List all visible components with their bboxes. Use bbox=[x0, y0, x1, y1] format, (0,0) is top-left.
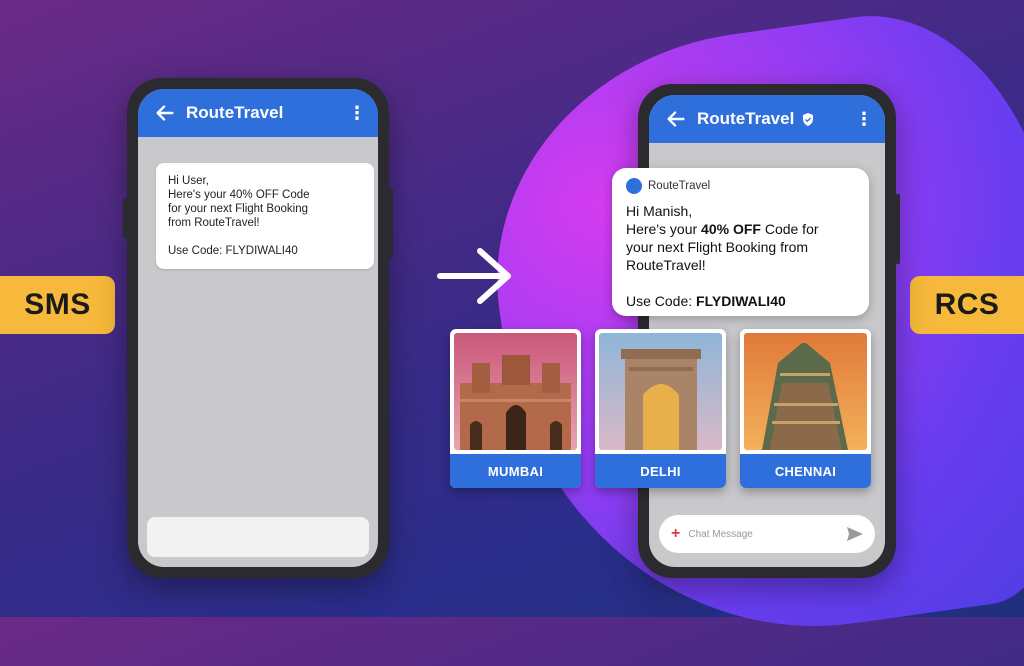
mumbai-image bbox=[454, 333, 577, 450]
rcs-code-line: Use Code: FLYDIWALI40 bbox=[626, 293, 786, 309]
sms-line: Here's your 40% OFF Code bbox=[168, 189, 310, 201]
rcs-app-bar: RouteTravel ⋮ bbox=[649, 95, 885, 143]
brand-logo-icon bbox=[626, 178, 642, 194]
rcs-line-2: your next Flight Booking from bbox=[626, 239, 809, 255]
back-arrow-icon[interactable] bbox=[154, 102, 176, 124]
rcs-line-3: RouteTravel! bbox=[626, 257, 706, 273]
sms-badge: SMS bbox=[0, 276, 115, 334]
delhi-image bbox=[599, 333, 722, 450]
sms-app-title: RouteTravel bbox=[186, 103, 284, 122]
more-menu-icon[interactable]: ⋮ bbox=[348, 104, 366, 122]
card-label: CHENNAI bbox=[740, 454, 871, 488]
card-label: DELHI bbox=[595, 454, 726, 488]
send-icon[interactable] bbox=[847, 527, 863, 541]
rcs-sender-row: RouteTravel bbox=[626, 178, 855, 194]
chat-message-input[interactable]: + Chat Message bbox=[659, 515, 875, 553]
rcs-greeting: Hi Manish, bbox=[626, 203, 693, 219]
more-menu-icon[interactable]: ⋮ bbox=[855, 110, 873, 128]
add-attachment-icon[interactable]: + bbox=[671, 525, 680, 543]
destination-card-chennai[interactable]: CHENNAI bbox=[740, 329, 871, 488]
rcs-message-bubble: RouteTravel Hi Manish, Here's your 40% O… bbox=[612, 168, 869, 316]
back-arrow-icon[interactable] bbox=[665, 108, 687, 130]
right-arrow-icon bbox=[437, 248, 511, 304]
sms-phone: RouteTravel ⋮ Hi User, Here's your 40% O… bbox=[123, 78, 393, 578]
sms-line: Hi User, bbox=[168, 175, 209, 187]
rcs-sender-name: RouteTravel bbox=[648, 180, 711, 192]
sms-screen: RouteTravel ⋮ Hi User, Here's your 40% O… bbox=[138, 89, 378, 567]
rcs-badge: RCS bbox=[910, 276, 1024, 334]
sms-line: from RouteTravel! bbox=[168, 217, 260, 229]
sms-code-line: Use Code: FLYDIWALI40 bbox=[168, 245, 298, 257]
sms-app-bar: RouteTravel ⋮ bbox=[138, 89, 378, 137]
chat-placeholder: Chat Message bbox=[688, 528, 753, 540]
sms-input-field[interactable] bbox=[147, 517, 369, 557]
destination-card-delhi[interactable]: DELHI bbox=[595, 329, 726, 488]
sms-message-bubble: Hi User, Here's your 40% OFF Code for yo… bbox=[156, 163, 374, 269]
verified-shield-icon bbox=[803, 112, 814, 126]
chennai-image bbox=[744, 333, 867, 450]
rcs-line-1: Here's your 40% OFF Code for bbox=[626, 221, 819, 237]
destination-card-mumbai[interactable]: MUMBAI bbox=[450, 329, 581, 488]
sms-line: for your next Flight Booking bbox=[168, 203, 308, 215]
rcs-app-title: RouteTravel bbox=[697, 109, 795, 128]
card-label: MUMBAI bbox=[450, 454, 581, 488]
